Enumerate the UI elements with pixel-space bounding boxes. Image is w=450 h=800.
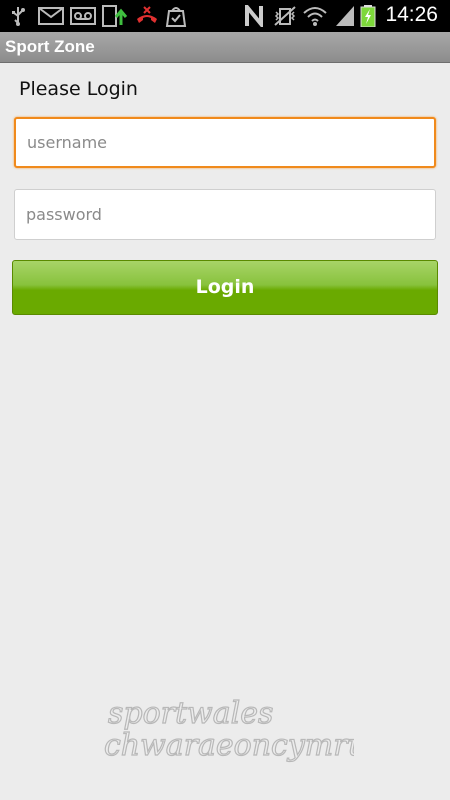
status-time: 14:26 xyxy=(385,3,438,26)
username-input[interactable] xyxy=(14,117,436,168)
voicemail-icon xyxy=(70,7,96,25)
app-title-bar: Sport Zone xyxy=(0,32,450,63)
password-input[interactable] xyxy=(14,189,436,240)
vibrate-icon xyxy=(274,6,296,26)
email-icon xyxy=(38,7,64,25)
status-bar: 14:26 xyxy=(0,0,450,32)
signal-icon xyxy=(336,6,354,26)
battery-charging-icon xyxy=(360,5,376,27)
usb-icon xyxy=(12,7,25,26)
missed-call-icon xyxy=(137,6,157,23)
wifi-icon xyxy=(303,7,327,26)
sport-wales-logo: sportwales chwaraeoncymru xyxy=(104,695,354,763)
task-check-icon xyxy=(165,7,187,27)
login-button[interactable]: Login xyxy=(12,260,438,315)
svg-text:chwaraeoncymru: chwaraeoncymru xyxy=(104,728,354,763)
svg-text:sportwales: sportwales xyxy=(108,696,273,731)
app-title: Sport Zone xyxy=(5,37,95,56)
login-heading: Please Login xyxy=(19,78,138,100)
nfc-icon xyxy=(245,5,263,27)
screenshot-upload-icon xyxy=(102,5,128,27)
